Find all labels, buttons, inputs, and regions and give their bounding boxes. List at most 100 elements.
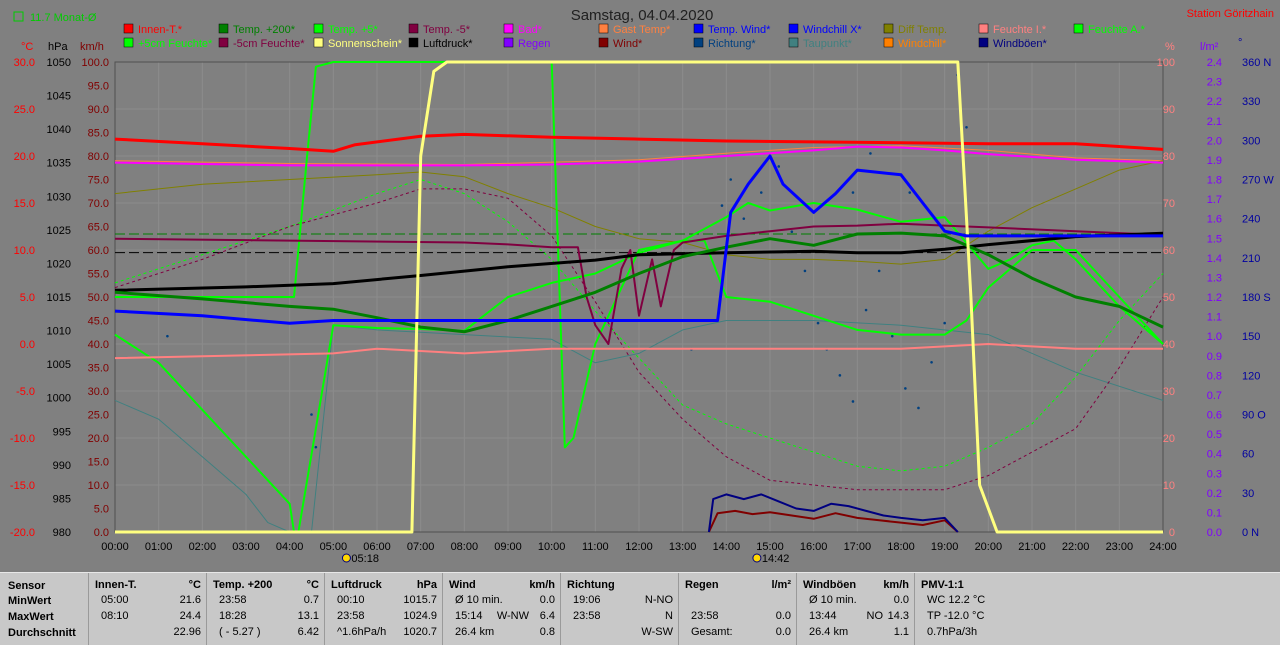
summary-avg-extra: ( - 5.27 ) [219, 626, 261, 638]
summary-min-value: 0.7 [303, 594, 319, 606]
legend-label: Richtung* [708, 38, 756, 50]
y-tick-label: 50.0 [88, 292, 109, 304]
legend-label: Taupunkt* [803, 38, 853, 50]
direction-point [790, 230, 794, 234]
x-tick-label: 05:00 [320, 541, 348, 553]
summary-min-value: N-NO [644, 594, 673, 606]
summary-avg-value: 1020.7 [403, 626, 437, 638]
legend-swatch [123, 37, 134, 48]
summary-column: Luftdruck hPa 00:10 1015.7 23:58 1024.9 ^1.6hP… [324, 573, 443, 645]
legend-label: Bad* [518, 24, 543, 36]
legend-label: Sonnenschein* [328, 38, 403, 50]
summary-table: Sensor MinWert MaxWert Durchschnitt Inne… [0, 572, 1280, 645]
y-tick-label: 0.4 [1207, 449, 1222, 461]
y-tick-label: 1.9 [1207, 155, 1222, 167]
y-tick-label: 330 [1242, 96, 1260, 108]
summary-max-time: 13:44 [809, 610, 837, 622]
y-tick-label: 1045 [47, 91, 71, 103]
summary-avg-value: 0.8 [539, 626, 555, 638]
legend-swatch [408, 37, 419, 48]
y-tick-label: 210 [1242, 253, 1260, 265]
y-tick-label: 55.0 [88, 269, 109, 281]
x-tick-label: 21:00 [1018, 541, 1046, 553]
legend-label: Luftdruck* [423, 38, 473, 50]
y-tick-label: 0.6 [1207, 410, 1222, 422]
y-tick-label: 10 [1163, 480, 1175, 492]
summary-col-title: Wind [449, 579, 476, 591]
legend-swatch [1073, 23, 1084, 34]
x-tick-label: 11:00 [582, 541, 609, 553]
legend-swatch [313, 23, 324, 34]
summary-max-time: 23:58 [337, 610, 365, 622]
x-tick-label: 20:00 [975, 541, 1003, 553]
summary-min-time: 19:06 [573, 594, 601, 606]
x-tick-label: 24:00 [1149, 541, 1177, 553]
legend-label: Feuchte I.* [993, 24, 1047, 36]
summary-min-time: Ø 10 min. [455, 594, 503, 606]
y-tick-label: 1.7 [1207, 194, 1222, 206]
summary-max-time: 23:58 [691, 610, 719, 622]
direction-point [943, 321, 946, 325]
y-tick-label: 1030 [47, 191, 71, 203]
direction-point [851, 191, 855, 194]
x-tick-label: 23:00 [1106, 541, 1134, 553]
y-tick-label: 50 [1163, 292, 1175, 304]
y-tick-label: 1.3 [1207, 272, 1222, 284]
summary-max-value: 1024.9 [403, 610, 437, 622]
summary-avg-extra: 0.7hPa/3h [927, 626, 978, 638]
legend-swatch [693, 37, 704, 48]
direction-point [838, 374, 842, 377]
direction-point [742, 217, 746, 220]
y-tick-label: 30 [1163, 386, 1175, 398]
x-tick-label: 19:00 [931, 541, 959, 553]
y-tick-label: 1005 [47, 359, 71, 371]
summary-sensor-label: Sensor [8, 580, 46, 592]
y-tick-label: 60 [1242, 449, 1254, 461]
summary-min-value: 1015.7 [403, 594, 437, 606]
x-tick-label: 16:00 [800, 541, 828, 553]
direction-point [904, 387, 907, 390]
y-tick-label: 0.1 [1207, 507, 1222, 519]
summary-col-unit: km/h [529, 579, 555, 591]
x-tick-label: 03:00 [232, 541, 260, 553]
y-tick-label: 1.8 [1207, 175, 1222, 187]
summary-min-time: Ø 10 min. [809, 594, 857, 606]
y-tick-label: 5.0 [20, 292, 35, 304]
y-tick-label: 15.0 [14, 198, 35, 210]
summary-max-direction: W-NW [496, 610, 529, 622]
legend-swatch [408, 23, 419, 34]
legend-swatch [313, 37, 324, 48]
x-tick-label: 07:00 [407, 541, 435, 553]
y-tick-label: 120 [1242, 370, 1260, 382]
unit-degree: ° [1238, 37, 1242, 49]
summary-min-value: 0.0 [893, 594, 909, 606]
legend-label: -5cm Feuchte* [233, 38, 305, 50]
summary-min-time: WC 12.2 °C [927, 594, 986, 606]
unit-rain: l/m² [1200, 41, 1219, 53]
legend-label: Wind* [613, 38, 643, 50]
x-tick-label: 08:00 [451, 541, 479, 553]
y-tick-label: 0.8 [1207, 370, 1222, 382]
direction-point [965, 125, 968, 129]
y-tick-label: 1.4 [1207, 253, 1222, 265]
x-tick-label: 10:00 [538, 541, 566, 553]
legend-swatch [218, 23, 229, 34]
weather-chart: 11.7 Monat-Ø Samstag, 04.04.2020 Station… [0, 0, 1280, 572]
summary-col-unit: hPa [416, 579, 437, 591]
noon-sun-icon [752, 553, 762, 563]
legend-swatch [788, 37, 799, 48]
summary-col-unit: l/m² [771, 579, 791, 591]
y-tick-label: 2.2 [1207, 96, 1222, 108]
y-tick-label: -20.0 [10, 527, 35, 539]
summary-avg-extra: 26.4 km [809, 626, 849, 638]
y-tick-label: 2.0 [1207, 135, 1222, 147]
legend-label: Diff Temp. [898, 24, 947, 36]
legend-label: Gast Temp* [613, 24, 671, 36]
summary-max-label: MaxWert [8, 611, 54, 623]
y-tick-label: 70.0 [88, 198, 109, 210]
x-tick-label: 12:00 [625, 541, 653, 553]
legend-label: Temp. -5* [423, 24, 471, 36]
summary-avg-value: 6.42 [297, 626, 319, 638]
unit-hpa: hPa [48, 41, 68, 53]
y-tick-label: 1.5 [1207, 233, 1222, 245]
